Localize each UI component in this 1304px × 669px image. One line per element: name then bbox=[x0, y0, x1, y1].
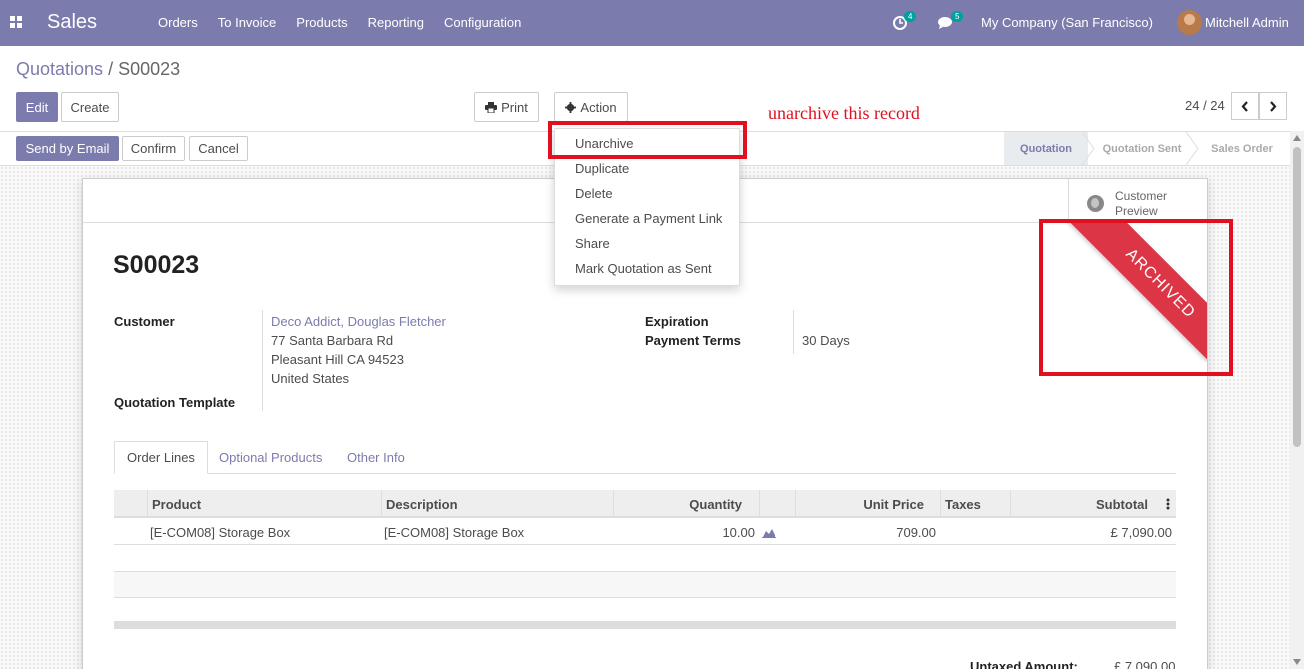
messaging-button[interactable]: 5 bbox=[938, 11, 964, 33]
forecast-chart-icon[interactable] bbox=[762, 527, 776, 538]
scrollbar[interactable] bbox=[1290, 131, 1304, 669]
table-footer bbox=[114, 622, 1176, 629]
apps-menu-icon[interactable] bbox=[10, 16, 22, 28]
confirm-button[interactable]: Confirm bbox=[122, 136, 185, 161]
table-row[interactable]: [E-COM08] Storage Box [E-COM08] Storage … bbox=[114, 520, 1176, 545]
globe-icon bbox=[1087, 195, 1104, 212]
column-taxes[interactable]: Taxes bbox=[940, 490, 1010, 518]
stage-arrow-divider bbox=[1186, 132, 1199, 165]
page-title: S00023 bbox=[113, 251, 200, 279]
payment-terms-label: Payment Terms bbox=[645, 333, 741, 348]
notebook-tabs: Order Lines Optional Products Other Info bbox=[114, 441, 1176, 474]
field-divider bbox=[262, 310, 263, 411]
breadcrumb: Quotations / S00023 bbox=[16, 59, 180, 80]
stage-quotation[interactable]: Quotation bbox=[1004, 132, 1088, 165]
top-navbar: Sales Orders To Invoice Products Reporti… bbox=[0, 0, 1304, 46]
pager-next-button[interactable] bbox=[1259, 92, 1287, 120]
untaxed-amount-value: £ 7,090.00 bbox=[1114, 659, 1176, 669]
menu-item-payment-link[interactable]: Generate a Payment Link bbox=[575, 211, 722, 226]
archived-highlight-box bbox=[1039, 219, 1233, 376]
breadcrumb-separator: / bbox=[103, 59, 119, 79]
company-switcher[interactable]: My Company (San Francisco) bbox=[981, 15, 1153, 30]
address-line: Pleasant Hill CA 94523 bbox=[271, 352, 404, 367]
edit-button[interactable]: Edit bbox=[16, 92, 58, 122]
app-name[interactable]: Sales bbox=[47, 11, 97, 34]
cell-subtotal: £ 7,090.00 bbox=[1110, 525, 1172, 540]
column-subtotal[interactable]: Subtotal bbox=[1010, 490, 1176, 518]
cell-quantity: 10.00 bbox=[722, 525, 755, 540]
stage-arrow-divider bbox=[1082, 132, 1095, 165]
pager-value[interactable]: 24 / 24 bbox=[1185, 98, 1225, 113]
column-quantity[interactable]: Quantity bbox=[613, 490, 759, 518]
activity-count-badge: 4 bbox=[904, 11, 917, 22]
activity-button[interactable]: 4 bbox=[893, 11, 917, 33]
scrollbar-thumb[interactable] bbox=[1293, 147, 1301, 447]
menu-to-invoice[interactable]: To Invoice bbox=[218, 15, 277, 30]
tab-order-lines[interactable]: Order Lines bbox=[114, 441, 208, 474]
annotation-text: unarchive this record bbox=[768, 103, 920, 123]
column-description[interactable]: Description bbox=[381, 490, 613, 518]
message-count-badge: 5 bbox=[951, 11, 964, 22]
menu-products[interactable]: Products bbox=[296, 15, 347, 30]
menu-item-duplicate[interactable]: Duplicate bbox=[575, 161, 629, 176]
menu-item-delete[interactable]: Delete bbox=[575, 186, 613, 201]
send-by-email-button[interactable]: Send by Email bbox=[16, 136, 119, 161]
action-label: Action bbox=[580, 99, 617, 115]
chevron-right-icon bbox=[1270, 100, 1277, 112]
customer-link[interactable]: Deco Addict, Douglas Fletcher bbox=[271, 314, 446, 329]
menu-reporting[interactable]: Reporting bbox=[368, 15, 424, 30]
menu-item-share[interactable]: Share bbox=[575, 236, 610, 251]
stage-quotation-sent[interactable]: Quotation Sent bbox=[1092, 132, 1192, 165]
menu-configuration[interactable]: Configuration bbox=[444, 15, 521, 30]
scroll-up-arrow-icon[interactable] bbox=[1293, 135, 1301, 141]
print-button[interactable]: Print bbox=[474, 92, 539, 122]
menu-item-mark-sent[interactable]: Mark Quotation as Sent bbox=[575, 261, 712, 276]
unarchive-highlight-box bbox=[548, 121, 747, 159]
address-line: United States bbox=[271, 371, 350, 386]
table-row-empty bbox=[114, 546, 1176, 572]
print-label: Print bbox=[501, 99, 528, 115]
breadcrumb-current: S00023 bbox=[118, 59, 181, 79]
quotation-template-label: Quotation Template bbox=[114, 395, 236, 410]
column-unit-price[interactable]: Unit Price bbox=[795, 490, 940, 518]
print-icon bbox=[485, 101, 498, 113]
avatar[interactable] bbox=[1177, 10, 1202, 35]
expiration-label: Expiration bbox=[645, 314, 709, 329]
chevron-left-icon bbox=[1241, 100, 1248, 112]
breadcrumb-quotations[interactable]: Quotations bbox=[16, 59, 103, 79]
untaxed-amount-label: Untaxed Amount: bbox=[970, 659, 1078, 669]
customer-preview-button[interactable]: Customer Preview bbox=[1068, 179, 1208, 223]
action-button[interactable]: Action bbox=[554, 92, 628, 122]
column-product[interactable]: Product bbox=[147, 490, 381, 518]
table-row-empty bbox=[114, 598, 1176, 622]
pager-previous-button[interactable] bbox=[1231, 92, 1259, 120]
scroll-down-arrow-icon[interactable] bbox=[1293, 659, 1301, 665]
main-menu: Orders To Invoice Products Reporting Con… bbox=[158, 15, 521, 30]
column-forecast bbox=[759, 490, 795, 518]
stage-sales-order[interactable]: Sales Order bbox=[1198, 132, 1286, 165]
tab-other-info[interactable]: Other Info bbox=[335, 441, 417, 474]
table-row-empty bbox=[114, 572, 1176, 598]
payment-terms-value[interactable]: 30 Days bbox=[802, 333, 850, 348]
gear-icon bbox=[565, 101, 577, 113]
address-line: 77 Santa Barbara Rd bbox=[271, 333, 394, 348]
customer-label: Customer bbox=[114, 314, 175, 329]
optional-columns-icon[interactable] bbox=[1166, 498, 1170, 510]
field-divider bbox=[793, 310, 794, 354]
user-menu[interactable]: Mitchell Admin bbox=[1205, 15, 1289, 30]
cancel-button[interactable]: Cancel bbox=[189, 136, 248, 161]
create-button[interactable]: Create bbox=[61, 92, 119, 122]
cell-description: [E-COM08] Storage Box bbox=[384, 525, 525, 540]
customer-preview-label: Customer Preview bbox=[1115, 189, 1168, 218]
menu-orders[interactable]: Orders bbox=[158, 15, 198, 30]
table-header: Product Description Quantity Unit Price … bbox=[114, 490, 1176, 518]
cell-product: [E-COM08] Storage Box bbox=[150, 525, 291, 540]
tab-optional-products[interactable]: Optional Products bbox=[207, 441, 334, 474]
cell-unit-price: 709.00 bbox=[896, 525, 936, 540]
